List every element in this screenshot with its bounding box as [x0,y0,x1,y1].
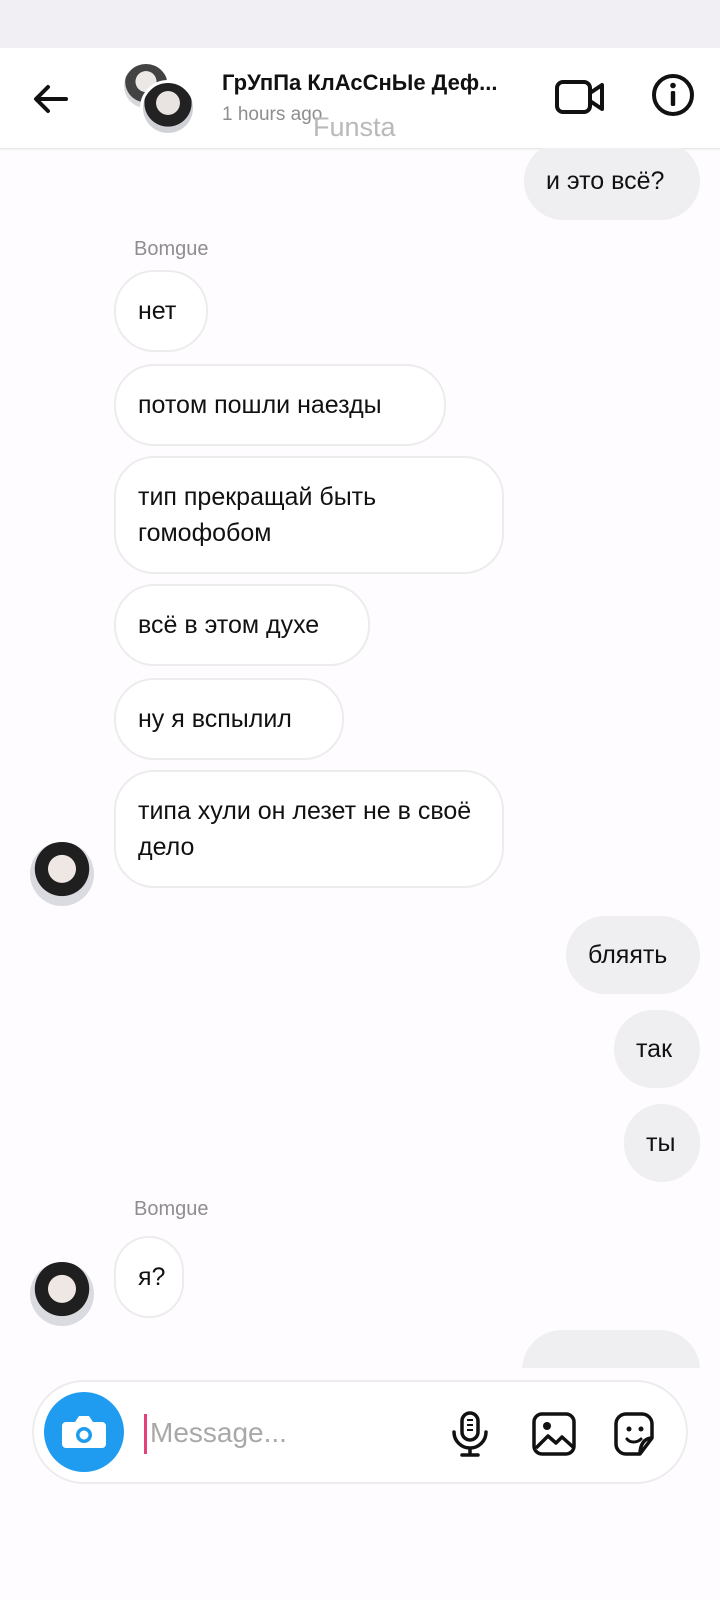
message-input[interactable] [148,1408,402,1458]
message-bubble-incoming[interactable]: тип прекращай быть гомофобом [114,456,504,574]
avatar [140,80,196,136]
message-bubble-incoming[interactable]: всё в этом духе [114,584,370,666]
status-bar [0,0,720,48]
microphone-icon[interactable] [448,1410,492,1458]
message-bubble-outgoing-partial[interactable] [522,1330,700,1368]
last-active-time: 1 hours ago [222,104,323,125]
message-list[interactable]: и это всё? Bomgue нет потом пошли наезды… [0,148,720,1368]
camera-button[interactable] [44,1392,124,1472]
camera-icon [62,1416,106,1448]
message-bubble-incoming[interactable]: потом пошли наезды [114,364,446,446]
video-call-icon[interactable] [554,74,606,120]
message-bubble-outgoing[interactable]: так [614,1010,700,1088]
message-bubble-incoming[interactable]: типа хули он лезет не в своё дело [114,770,504,888]
text-cursor [144,1414,147,1454]
sender-avatar[interactable] [30,842,94,906]
chat-header: ГрУпПа КлАсСнЫе Деф... 1 hours ago Funst… [0,48,720,149]
message-composer [32,1380,688,1484]
message-bubble-incoming[interactable]: я? [114,1236,184,1318]
message-bubble-outgoing[interactable]: ты [624,1104,700,1182]
sender-name: Bomgue [134,238,209,260]
bottom-safe-area [0,1486,720,1600]
message-bubble-incoming[interactable]: ну я вспылил [114,678,344,760]
message-bubble-incoming[interactable]: нет [114,270,208,352]
watermark: Funsta [313,112,396,142]
sender-avatar[interactable] [30,1262,94,1326]
gallery-icon[interactable] [530,1410,578,1458]
sticker-icon[interactable] [612,1410,660,1458]
back-arrow-icon[interactable] [28,76,74,122]
message-bubble-outgoing[interactable]: бляять [566,916,700,994]
message-bubble-outgoing[interactable]: и это всё? [524,148,700,220]
sender-name: Bomgue [134,1198,209,1220]
chat-title[interactable]: ГрУпПа КлАсСнЫе Деф... [222,70,532,96]
group-avatar[interactable] [124,64,196,136]
info-icon[interactable] [650,72,696,118]
